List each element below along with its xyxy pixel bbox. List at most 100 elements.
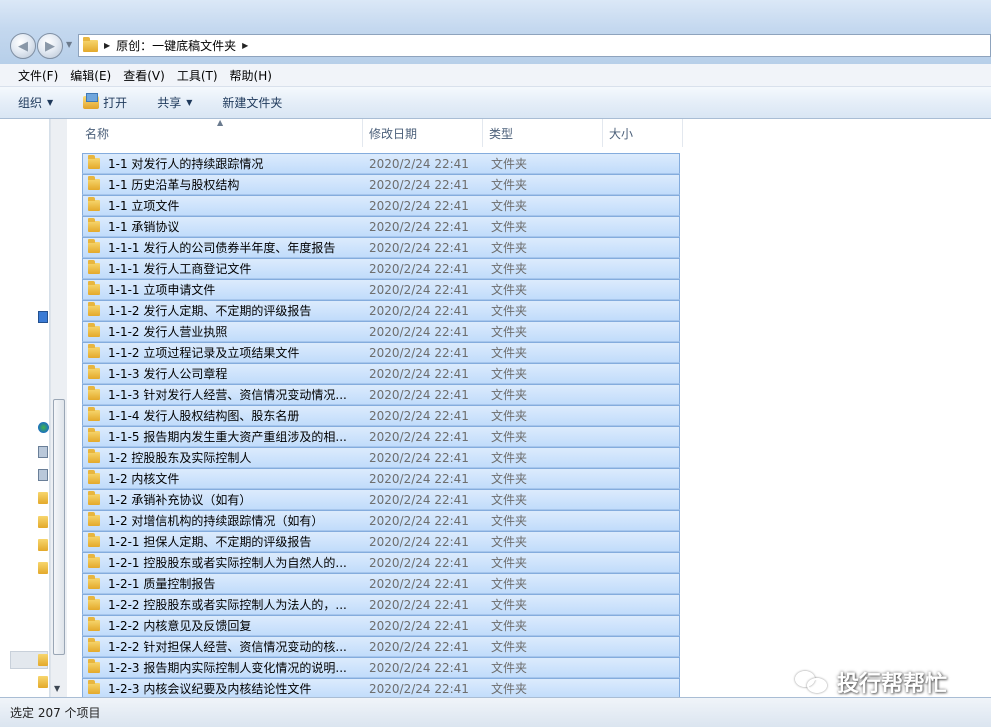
file-name: 1-1-1 立项申请文件 [108, 283, 216, 297]
folder-icon[interactable] [38, 492, 48, 504]
wechat-icon [795, 669, 829, 695]
new-folder-button[interactable]: 新建文件夹 [222, 94, 282, 111]
menu-edit[interactable]: 编辑(E) [64, 67, 117, 84]
file-row[interactable]: 1-1-3 发行人公司章程 2020/2/24 22:41 文件夹 [82, 363, 680, 384]
file-row[interactable]: 1-2-1 担保人定期、不定期的评级报告 2020/2/24 22:41 文件夹 [82, 531, 680, 552]
file-type: 文件夹 [491, 409, 528, 423]
file-row[interactable]: 1-1 历史沿革与股权结构 2020/2/24 22:41 文件夹 [82, 174, 680, 195]
file-row[interactable]: 1-1-2 发行人定期、不定期的评级报告 2020/2/24 22:41 文件夹 [82, 300, 680, 321]
network-icon[interactable] [38, 422, 49, 433]
file-name: 1-2-2 控股股东或者实际控制人为法人的，... [108, 598, 347, 612]
file-name-cell: 1-1 对发行人的持续跟踪情况 [83, 155, 363, 172]
folder-icon [88, 176, 100, 190]
file-row[interactable]: 1-1 对发行人的持续跟踪情况 2020/2/24 22:41 文件夹 [82, 153, 680, 174]
file-row[interactable]: 1-2-2 针对担保人经营、资信情况变动的核... 2020/2/24 22:41… [82, 636, 680, 657]
file-type: 文件夹 [491, 346, 528, 360]
scrollbar-thumb[interactable] [53, 399, 65, 655]
file-type: 文件夹 [491, 640, 528, 654]
file-type: 文件夹 [491, 157, 528, 171]
menu-view[interactable]: 查看(V) [117, 67, 171, 84]
file-type: 文件夹 [491, 325, 528, 339]
file-name-cell: 1-2-3 内核会议纪要及内核结论性文件 [83, 680, 363, 697]
breadcrumb-chevron-icon[interactable]: ▶ [104, 41, 110, 50]
recent-pages-dropdown-icon[interactable]: ▼ [66, 40, 76, 52]
file-name: 1-2-2 内核意见及反馈回复 [108, 619, 252, 633]
file-list-pane[interactable]: ▲ 名称 修改日期 类型 大小 1-1 对发行人的持续跟踪情况 2020/2/24… [67, 118, 991, 699]
file-row[interactable]: 1-2 内核文件 2020/2/24 22:41 文件夹 [82, 468, 680, 489]
file-name: 1-1 承销协议 [108, 220, 180, 234]
file-name: 1-2 控股股东及实际控制人 [108, 451, 252, 465]
file-date: 2020/2/24 22:41 [369, 471, 469, 486]
folder-icon [88, 239, 100, 253]
folder-icon [88, 449, 100, 463]
file-row[interactable]: 1-2-3 内核会议纪要及内核结论性文件 2020/2/24 22:41 文件夹 [82, 678, 680, 699]
navigation-pane[interactable] [0, 119, 50, 697]
back-arrow-icon: ◀ [18, 38, 28, 54]
file-row[interactable]: 1-2-1 控股股东或者实际控制人为自然人的... 2020/2/24 22:41… [82, 552, 680, 573]
file-name: 1-1-2 发行人营业执照 [108, 325, 228, 339]
forward-button[interactable]: ▶ [37, 33, 63, 59]
chevron-down-icon: ▼ [186, 98, 193, 107]
column-size[interactable]: 大小 [603, 119, 683, 147]
nav-scrollbar[interactable]: ▼ [50, 119, 67, 697]
folder-icon[interactable] [38, 516, 48, 528]
folder-icon [88, 344, 100, 358]
scroll-down-icon[interactable]: ▼ [54, 684, 60, 693]
file-row[interactable]: 1-2-1 质量控制报告 2020/2/24 22:41 文件夹 [82, 573, 680, 594]
file-type: 文件夹 [491, 178, 528, 192]
file-row[interactable]: 1-1-4 发行人股权结构图、股东名册 2020/2/24 22:41 文件夹 [82, 405, 680, 426]
file-row[interactable]: 1-1 立项文件 2020/2/24 22:41 文件夹 [82, 195, 680, 216]
menu-help[interactable]: 帮助(H) [224, 67, 278, 84]
share-button[interactable]: 共享 ▼ [157, 94, 192, 111]
organize-button[interactable]: 组织 ▼ [18, 94, 53, 111]
open-button[interactable]: 打开 [83, 93, 127, 111]
folder-icon [88, 407, 100, 421]
drive-icon[interactable] [38, 469, 48, 481]
file-row[interactable]: 1-2 控股股东及实际控制人 2020/2/24 22:41 文件夹 [82, 447, 680, 468]
file-type: 文件夹 [491, 451, 528, 465]
file-row[interactable]: 1-1-5 报告期内发生重大资产重组涉及的相... 2020/2/24 22:41… [82, 426, 680, 447]
folder-icon[interactable] [38, 562, 48, 574]
file-row[interactable]: 1-1-3 针对发行人经营、资信情况变动情况... 2020/2/24 22:41… [82, 384, 680, 405]
menu-tools[interactable]: 工具(T) [171, 67, 224, 84]
computer-icon[interactable] [38, 311, 48, 323]
column-date[interactable]: 修改日期 [363, 119, 483, 147]
breadcrumb[interactable]: 原创：一键底稿文件夹 [116, 37, 236, 54]
file-name-cell: 1-1 立项文件 [83, 197, 363, 214]
folder-icon [88, 302, 100, 316]
file-row[interactable]: 1-1 承销协议 2020/2/24 22:41 文件夹 [82, 216, 680, 237]
file-row[interactable]: 1-1-1 立项申请文件 2020/2/24 22:41 文件夹 [82, 279, 680, 300]
file-row[interactable]: 1-2-2 控股股东或者实际控制人为法人的，... 2020/2/24 22:41… [82, 594, 680, 615]
folder-icon[interactable] [38, 539, 48, 551]
breadcrumb-chevron-icon[interactable]: ▶ [242, 41, 248, 50]
file-row[interactable]: 1-1-2 发行人营业执照 2020/2/24 22:41 文件夹 [82, 321, 680, 342]
file-name-cell: 1-1-1 发行人工商登记文件 [83, 260, 363, 277]
column-size-label: 大小 [609, 126, 634, 141]
file-type: 文件夹 [491, 661, 528, 675]
chevron-down-icon: ▼ [47, 98, 54, 107]
watermark: 投行帮帮忙 [795, 666, 947, 698]
menu-file[interactable]: 文件(F) [12, 67, 64, 84]
file-row[interactable]: 1-2-2 内核意见及反馈回复 2020/2/24 22:41 文件夹 [82, 615, 680, 636]
file-row[interactable]: 1-2-3 报告期内实际控制人变化情况的说明... 2020/2/24 22:41… [82, 657, 680, 678]
file-name-cell: 1-2-1 质量控制报告 [83, 575, 363, 592]
drive-icon[interactable] [38, 446, 48, 458]
back-button[interactable]: ◀ [10, 33, 36, 59]
file-type: 文件夹 [491, 493, 528, 507]
file-row[interactable]: 1-2 对增信机构的持续跟踪情况（如有） 2020/2/24 22:41 文件夹 [82, 510, 680, 531]
file-row[interactable]: 1-1-1 发行人工商登记文件 2020/2/24 22:41 文件夹 [82, 258, 680, 279]
file-row[interactable]: 1-1-2 立项过程记录及立项结果文件 2020/2/24 22:41 文件夹 [82, 342, 680, 363]
folder-icon[interactable] [38, 676, 48, 688]
file-name: 1-1-5 报告期内发生重大资产重组涉及的相... [108, 430, 347, 444]
folder-icon[interactable] [38, 654, 48, 666]
file-type: 文件夹 [491, 619, 528, 633]
column-name[interactable]: ▲ 名称 [67, 118, 363, 147]
file-name-cell: 1-1-1 发行人的公司债券半年度、年度报告 [83, 239, 363, 256]
file-name-cell: 1-1 历史沿革与股权结构 [83, 176, 363, 193]
file-row[interactable]: 1-2 承销补充协议（如有） 2020/2/24 22:41 文件夹 [82, 489, 680, 510]
address-bar[interactable]: ▶ 原创：一键底稿文件夹 ▶ [78, 34, 991, 57]
file-row[interactable]: 1-1-1 发行人的公司债券半年度、年度报告 2020/2/24 22:41 文件夹 [82, 237, 680, 258]
folder-icon [88, 218, 100, 232]
column-type[interactable]: 类型 [483, 119, 603, 147]
file-name-cell: 1-2-2 针对担保人经营、资信情况变动的核... [83, 638, 363, 655]
